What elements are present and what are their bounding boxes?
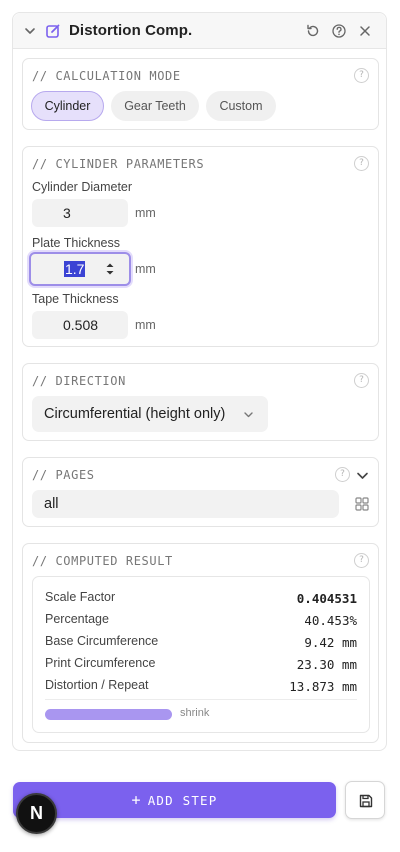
plate-thickness-label: Plate Thickness xyxy=(32,236,121,250)
cylinder-diameter-input[interactable]: 3 xyxy=(32,199,128,227)
grid-icon[interactable] xyxy=(355,497,369,511)
chevron-down-icon[interactable] xyxy=(23,24,37,38)
mode-cylinder-button[interactable]: Cylinder xyxy=(31,91,104,121)
mode-custom-button[interactable]: Custom xyxy=(206,91,276,121)
print-circumference-value: 23.30 mm xyxy=(296,657,357,672)
tape-thickness-label: Tape Thickness xyxy=(32,292,119,306)
section-title: // CYLINDER PARAMETERS xyxy=(32,157,205,171)
direction-value: Circumferential (height only) xyxy=(44,406,226,422)
divider xyxy=(45,699,357,700)
cylinder-diameter-label: Cylinder Diameter xyxy=(32,180,133,194)
chevron-down-icon[interactable] xyxy=(356,469,369,482)
computed-result-section: // COMPUTED RESULT ? Scale Factor 0.4045… xyxy=(22,543,379,743)
avatar[interactable]: N xyxy=(16,793,57,834)
scale-factor-value: 0.404531 xyxy=(296,591,357,606)
stepper-icon[interactable] xyxy=(105,261,115,277)
pages-input[interactable]: all xyxy=(32,490,339,518)
tape-thickness-input[interactable]: 0.508 xyxy=(32,311,128,339)
percentage-value: 40.453% xyxy=(304,613,357,628)
panel-header: Distortion Comp. xyxy=(13,13,386,49)
mode-gear-teeth-button[interactable]: Gear Teeth xyxy=(111,91,199,121)
help-icon[interactable]: ? xyxy=(354,68,369,83)
pages-section: // PAGES ? all xyxy=(22,457,379,527)
base-circumference-value: 9.42 mm xyxy=(304,635,357,650)
section-title: // COMPUTED RESULT xyxy=(32,554,173,568)
help-icon[interactable]: ? xyxy=(354,156,369,171)
add-step-button[interactable]: + ADD STEP xyxy=(13,782,336,818)
close-icon[interactable] xyxy=(357,23,373,39)
result-label: Scale Factor xyxy=(45,590,116,604)
result-box: Scale Factor 0.404531 Percentage 40.453%… xyxy=(32,576,370,733)
section-title: // PAGES xyxy=(32,468,95,482)
distortion-repeat-value: 13.873 mm xyxy=(289,679,357,694)
plate-thickness-input[interactable]: 1.7 xyxy=(29,252,131,286)
chevron-down-icon xyxy=(244,412,253,418)
distortion-comp-panel: Distortion Comp. // CALCULATION MODE ? C… xyxy=(12,12,387,751)
edit-square-icon xyxy=(46,24,60,38)
direction-select[interactable]: Circumferential (height only) xyxy=(32,396,268,432)
direction-section: // DIRECTION ? Circumferential (height o… xyxy=(22,363,379,441)
help-icon[interactable]: ? xyxy=(335,467,350,482)
plus-icon: + xyxy=(131,791,142,809)
save-icon xyxy=(359,794,373,808)
unit-label: mm xyxy=(135,206,156,220)
calculation-mode-section: // CALCULATION MODE ? Cylinder Gear Teet… xyxy=(22,58,379,130)
save-button[interactable] xyxy=(345,781,385,819)
result-label: Base Circumference xyxy=(45,634,159,648)
shrink-label: shrink xyxy=(180,707,210,719)
section-title: // CALCULATION MODE xyxy=(32,69,181,83)
result-label: Percentage xyxy=(45,612,109,626)
help-circle-icon[interactable] xyxy=(331,23,347,39)
help-icon[interactable]: ? xyxy=(354,373,369,388)
add-step-label: ADD STEP xyxy=(147,793,218,808)
reset-icon[interactable] xyxy=(305,23,321,39)
selected-value: 1.7 xyxy=(64,261,86,277)
shrink-bar xyxy=(45,709,172,720)
unit-label: mm xyxy=(135,262,156,276)
unit-label: mm xyxy=(135,318,156,332)
section-title: // DIRECTION xyxy=(32,374,126,388)
help-icon[interactable]: ? xyxy=(354,553,369,568)
result-label: Distortion / Repeat xyxy=(45,678,149,692)
cylinder-parameters-section: // CYLINDER PARAMETERS ? Cylinder Diamet… xyxy=(22,146,379,347)
result-label: Print Circumference xyxy=(45,656,156,670)
panel-title: Distortion Comp. xyxy=(69,22,193,39)
